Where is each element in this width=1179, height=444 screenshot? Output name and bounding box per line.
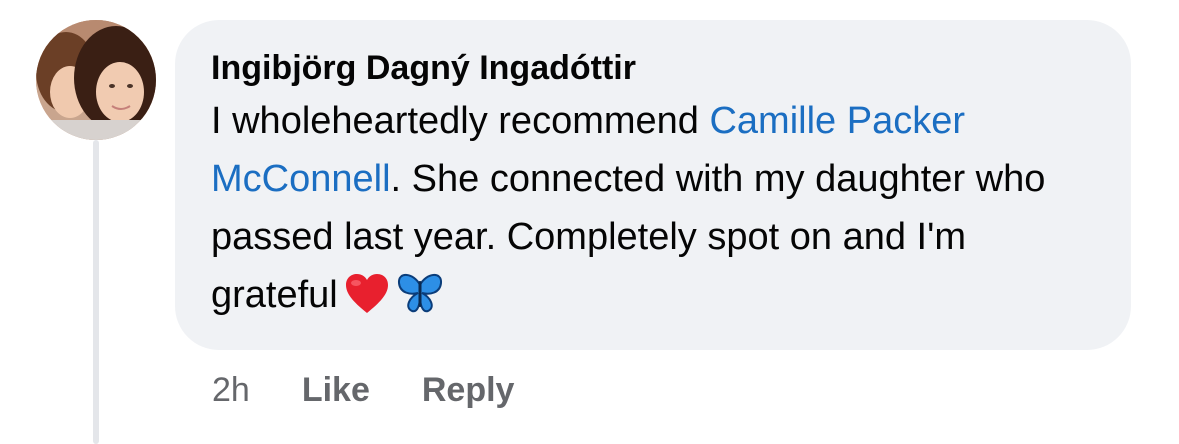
comment-author[interactable]: Ingibjörg Dagný Ingadóttir bbox=[211, 46, 1095, 90]
butterfly-emoji-icon bbox=[396, 271, 444, 332]
comment-actions: 2h Like Reply bbox=[212, 366, 566, 414]
heart-emoji-icon bbox=[344, 273, 390, 332]
comment-text-before: I wholeheartedly recommend bbox=[211, 100, 710, 142]
reply-button[interactable]: Reply bbox=[422, 366, 515, 414]
avatar[interactable] bbox=[36, 20, 156, 140]
like-button[interactable]: Like bbox=[302, 366, 370, 414]
comment-bubble: Ingibjörg Dagný Ingadóttir I wholehearte… bbox=[175, 20, 1131, 350]
comment: Ingibjörg Dagný Ingadóttir I wholehearte… bbox=[0, 0, 1179, 444]
comment-text: I wholeheartedly recommend Camille Packe… bbox=[211, 92, 1095, 332]
comment-timestamp[interactable]: 2h bbox=[212, 366, 250, 414]
thread-line bbox=[93, 140, 99, 444]
avatar-photo bbox=[36, 20, 156, 140]
